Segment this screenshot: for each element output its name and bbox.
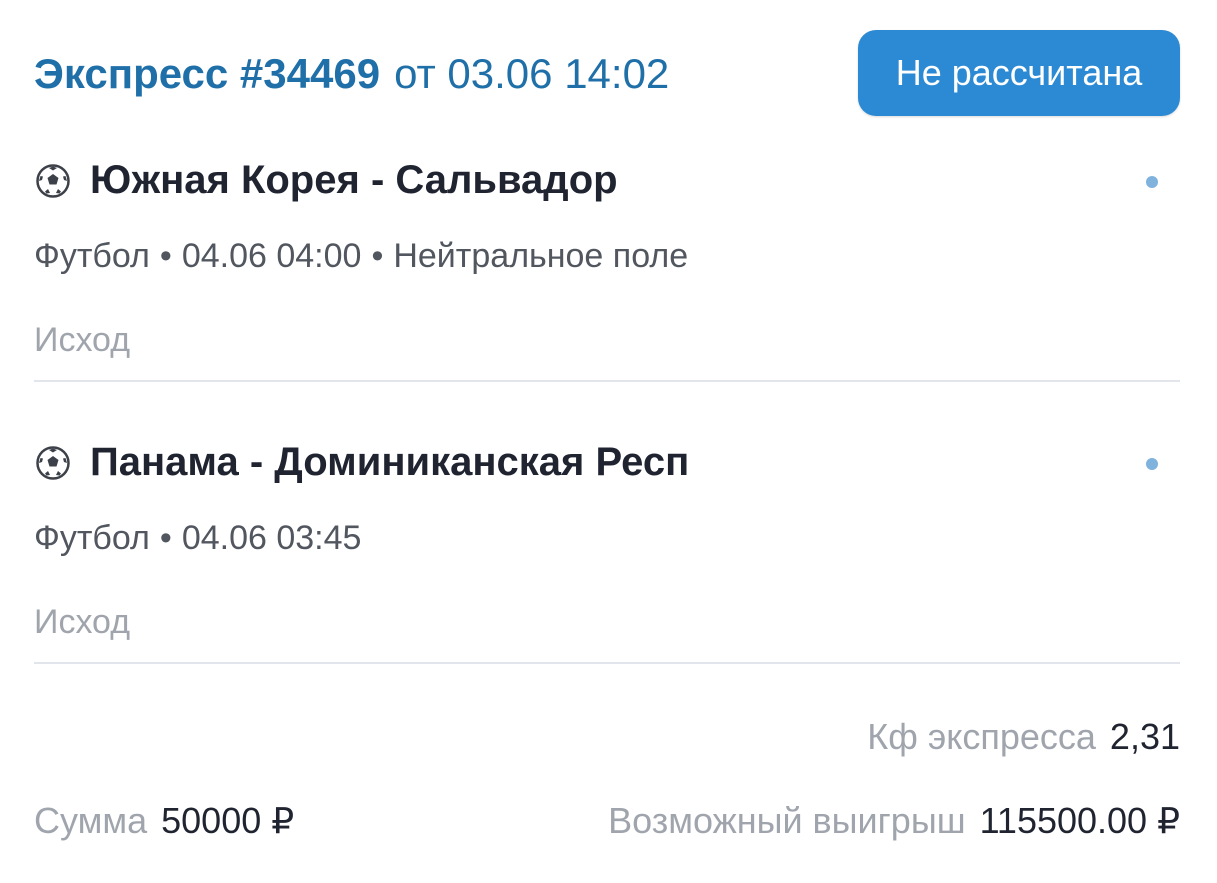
coef-label: Кф экспресса — [867, 716, 1096, 757]
bet-title: Экспресс #34469 от 03.06 14:02 — [34, 50, 669, 98]
status-dot — [1146, 458, 1158, 470]
event-title: Южная Корея - Сальвадор — [90, 158, 618, 202]
event-venue: Нейтральное поле — [393, 237, 689, 275]
event-meta: Футбол • 04.06 04:00 • Нейтральное поле — [34, 236, 688, 276]
payout-value: 115500.00 ₽ — [979, 800, 1180, 841]
stake-value: 50000 ₽ — [161, 800, 295, 841]
stake-summary: Сумма 50000 ₽ — [34, 798, 294, 844]
totals-row: Сумма 50000 ₽ Возможный выигрыш 115500.00 … — [34, 798, 1180, 844]
status-button[interactable]: Не рассчитана — [858, 30, 1180, 116]
bet-header: Экспресс #34469 от 03.06 14:02 Не рассчит… — [34, 30, 1180, 116]
payout-label: Возможный выигрыш — [608, 800, 966, 841]
event-sport: Футбол — [34, 237, 150, 275]
meta-separator: • — [159, 519, 172, 557]
event-market: Исход — [34, 603, 131, 641]
soccer-ball-icon — [36, 164, 70, 198]
event-meta: Футбол • 04.06 03:45 — [34, 518, 361, 558]
event-card: Южная Корея - Сальвадор Футбол • 04.06 04:… — [34, 150, 1180, 382]
coef-row: Кф экспресса 2,31 — [34, 714, 1180, 760]
meta-separator: • — [371, 237, 384, 275]
stake-label: Сумма — [34, 800, 148, 841]
bet-number: Экспресс #34469 — [34, 50, 381, 97]
event-title-row: Панама - Доминиканская Респ — [34, 432, 1180, 492]
event-datetime: 04.06 04:00 — [181, 237, 362, 275]
bet-date: от 03.06 14:02 — [394, 50, 670, 97]
coef-summary: Кф экспресса 2,31 — [867, 714, 1180, 760]
soccer-ball-icon — [36, 446, 70, 480]
meta-separator: • — [159, 237, 172, 275]
event-title-row: Южная Корея - Сальвадор — [34, 150, 1180, 210]
event-sport: Футбол — [34, 519, 150, 557]
event-title: Панама - Доминиканская Респ — [90, 440, 690, 484]
event-card: Панама - Доминиканская Респ Футбол • 04.06… — [34, 432, 1180, 664]
event-market: Исход — [34, 321, 131, 359]
event-datetime: 04.06 03:45 — [181, 519, 362, 557]
coef-value: 2,31 — [1109, 716, 1180, 757]
payout-summary: Возможный выигрыш 115500.00 ₽ — [608, 798, 1180, 844]
status-dot — [1146, 176, 1158, 188]
